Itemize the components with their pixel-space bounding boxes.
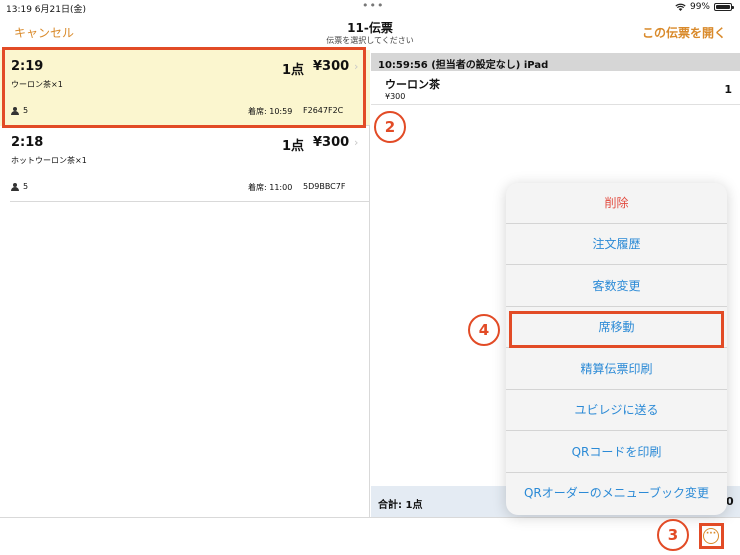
menu-item-print-bill[interactable]: 精算伝票印刷 (506, 349, 727, 390)
total-label: 合計: 1点 (378, 500, 423, 511)
order-item-quantity: 1 (724, 83, 732, 96)
action-menu: 削除 注文履歴 客数変更 席移動 精算伝票印刷 ユビレジに送る QRコードを印刷… (506, 183, 727, 515)
guest-count: 5 (11, 182, 28, 191)
row-divider (10, 201, 370, 202)
menu-item-print-qr[interactable]: QRコードを印刷 (506, 432, 727, 473)
annotation-highlight-slip (2, 47, 366, 128)
multitask-dots[interactable]: ••• (362, 0, 384, 12)
menu-item-order-history[interactable]: 注文履歴 (506, 224, 727, 265)
menu-item-change-guests[interactable]: 客数変更 (506, 266, 727, 307)
page-subtitle: 伝票を選択してください (326, 36, 414, 45)
slip-code: 5D9BBC7F (303, 182, 346, 191)
annotation-step-3: 3 (657, 519, 689, 551)
status-bar: 13:19 6月21日(金) ••• 99% (0, 0, 740, 15)
battery-percent: 99% (689, 2, 710, 12)
open-slip-button[interactable]: この伝票を開く (642, 24, 726, 41)
person-icon (11, 182, 19, 191)
order-item-price: ¥300 (385, 92, 406, 101)
chevron-right-icon: › (354, 136, 359, 149)
battery-icon (714, 3, 734, 11)
menu-item-change-menu-book[interactable]: QRオーダーのメニューブック変更 (506, 473, 727, 514)
wifi-icon (675, 3, 686, 11)
menu-item-send-ubiregi[interactable]: ユビレジに送る (506, 390, 727, 431)
slip-number: 2:18 (11, 135, 44, 150)
slip-row[interactable]: 2:18 ホットウーロン茶×1 1点 ¥300 › 5 着席: 11:00 5D… (0, 126, 370, 202)
status-right: 99% (675, 2, 734, 12)
page-title: 11-伝票 (347, 21, 393, 35)
order-header: 10:59:56 (担当者の設定なし) iPad (371, 53, 740, 71)
order-item-name: ウーロン茶 (385, 78, 440, 91)
menu-item-delete[interactable]: 削除 (506, 183, 727, 224)
slip-quantity: 1点 (282, 139, 305, 154)
seated-time: 着席: 11:00 (248, 183, 293, 192)
annotation-step-4: 4 (468, 314, 500, 346)
annotation-step-2: 2 (374, 111, 406, 143)
order-item[interactable]: ウーロン茶 ¥300 1 (371, 71, 740, 105)
total-amount: 0 (726, 495, 734, 508)
guest-count-value: 5 (23, 182, 29, 191)
slip-price: ¥300 (313, 135, 350, 150)
slip-items: ホットウーロン茶×1 (11, 156, 87, 165)
bottom-toolbar (0, 517, 740, 555)
annotation-highlight-menu-item (509, 311, 724, 348)
navigation-bar: キャンセル 11-伝票 伝票を選択してください この伝票を開く (0, 14, 740, 50)
annotation-highlight-more-button (699, 523, 724, 549)
